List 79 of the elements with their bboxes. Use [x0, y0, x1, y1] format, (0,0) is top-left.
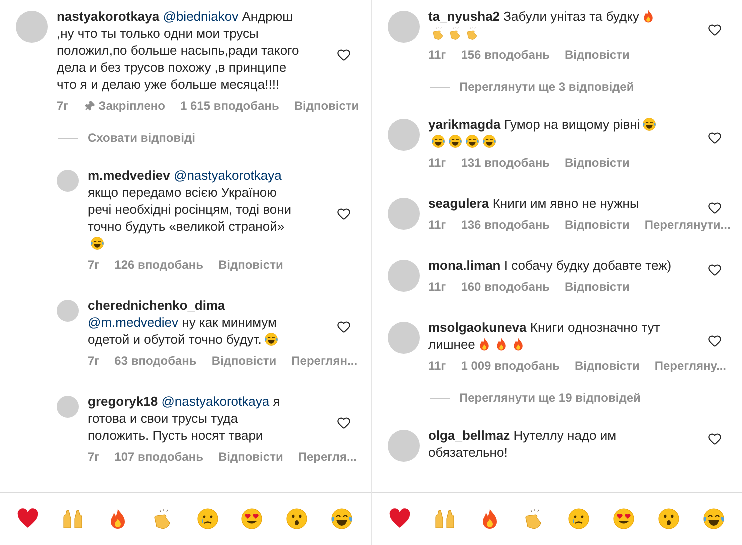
comment-text: seagulera Книги им явно не нужны: [428, 195, 640, 212]
surprised-face-icon[interactable]: [285, 507, 310, 531]
comment-time: 11г: [428, 358, 446, 374]
view-replies-link[interactable]: Переглян...: [292, 353, 358, 369]
comment-time: 7г: [88, 257, 100, 273]
comment-text: mona.liman І собачу будку добавте теж): [428, 257, 673, 274]
like-heart-icon[interactable]: [336, 207, 350, 221]
crying-face-icon[interactable]: [196, 507, 220, 531]
like-heart-icon[interactable]: [708, 22, 722, 36]
mention-link[interactable]: @nastyakorotkaya: [174, 168, 282, 183]
reply-button[interactable]: Відповісти: [218, 257, 284, 273]
username-link[interactable]: gregoryk18: [88, 394, 158, 409]
view-replies-link[interactable]: Переглянути...: [644, 217, 731, 233]
comment-text: ta_nyusha2 Забули унітаз та будку: [428, 8, 673, 42]
like-heart-icon[interactable]: [708, 334, 722, 348]
likes-count[interactable]: 131 вподобань: [461, 155, 550, 171]
comment-time: 11г: [428, 47, 446, 63]
reply-button[interactable]: Відповісти: [294, 98, 360, 114]
reply-button[interactable]: Відповісти: [218, 449, 284, 465]
reply-button[interactable]: Відповісти: [212, 353, 277, 369]
username-link[interactable]: yarikmagda: [428, 117, 501, 132]
replies-toggle[interactable]: Переглянути ще 3 відповідей: [460, 80, 634, 95]
mention-link[interactable]: @biedniakov: [163, 9, 239, 24]
likes-count[interactable]: 1 615 вподобань: [180, 98, 280, 114]
mention-link[interactable]: @nastyakorotkaya: [162, 394, 270, 409]
reply-button[interactable]: Відповісти: [565, 155, 630, 171]
username-link[interactable]: m.medvediev: [88, 168, 170, 183]
reply-button[interactable]: Відповісти: [565, 47, 630, 63]
username-link[interactable]: nastyakorotkaya: [57, 9, 160, 24]
username-link[interactable]: olga_bellmaz: [428, 428, 510, 443]
likes-count[interactable]: 136 вподобань: [461, 217, 550, 233]
username-link[interactable]: seagulera: [428, 196, 490, 211]
reply-button[interactable]: Відповісти: [575, 358, 640, 374]
replies-toggle[interactable]: Сховати відповіді: [88, 131, 196, 146]
like-heart-icon[interactable]: [336, 416, 350, 430]
comment-text: yarikmagda Гумор на вищому рівні: [428, 116, 673, 150]
like-heart-icon[interactable]: [336, 48, 350, 62]
comment-text: cherednichenko_dima @m.medvediev ну как минимум одетой и обутой точно будут.: [88, 297, 280, 348]
comment-time: 7г: [57, 98, 69, 114]
comment-time: 11г: [428, 279, 446, 295]
comment-time: 7г: [88, 353, 100, 369]
crying-face-icon[interactable]: [567, 507, 592, 531]
heart-eyes-face-icon[interactable]: [240, 507, 264, 531]
likes-count[interactable]: 107 вподобань: [114, 449, 204, 465]
username-link[interactable]: cherednichenko_dima: [88, 298, 226, 313]
heart-icon[interactable]: [16, 507, 40, 531]
comment-text: olga_bellmaz Нутеллу надо им обязательно!: [428, 427, 618, 461]
reply-button[interactable]: Відповісти: [565, 217, 630, 233]
like-heart-icon[interactable]: [336, 320, 350, 334]
laughing-face-icon[interactable]: [702, 507, 726, 531]
comment-text: nastyakorotkaya @biedniakov Андрюш ,ну что ты только одни мои трусы положил,по больше насыпь,ради такого дела и без трусов похожу ,в принципе что я и делаю уже больше месяца!!!!: [57, 8, 300, 93]
view-replies-link[interactable]: Переглянy...: [654, 358, 727, 374]
heart-eyes-face-icon[interactable]: [612, 507, 636, 531]
likes-count[interactable]: 1 009 вподобань: [461, 358, 560, 374]
view-replies-link[interactable]: Перегля...: [298, 449, 357, 465]
mention-link[interactable]: @m.medvediev: [88, 315, 179, 330]
username-link[interactable]: mona.liman: [428, 258, 501, 273]
comment-time: 11г: [428, 217, 446, 233]
likes-count[interactable]: 63 вподобань: [114, 353, 197, 369]
surprised-face-icon[interactable]: [656, 507, 681, 531]
like-heart-icon[interactable]: [708, 130, 722, 144]
heart-icon[interactable]: [388, 507, 412, 531]
like-heart-icon[interactable]: [708, 263, 722, 277]
comment-text: m.medvediev @nastyakorotkaya якщо передамо всією Україною речі необхідні росінцям, тоді вони точно будуть «великой страной»: [88, 167, 302, 252]
comment-time: 7г: [88, 449, 100, 465]
username-link[interactable]: msolgaokuneva: [428, 320, 527, 335]
likes-count[interactable]: 126 вподобань: [114, 257, 204, 273]
like-heart-icon[interactable]: [708, 432, 722, 446]
likes-count[interactable]: 156 вподобань: [461, 47, 550, 63]
reply-button[interactable]: Відповісти: [565, 279, 630, 295]
like-heart-icon[interactable]: [708, 201, 722, 215]
laughing-face-icon[interactable]: [330, 507, 354, 531]
pinned-label: Закріплено: [98, 98, 166, 114]
comment-text: gregoryk18 @nastyakorotkaya я готова и свои трусы туда положить. Пусть носят твари: [88, 393, 282, 444]
comment-text: msolgaokuneva Книги однозначно тут лишнее: [428, 319, 662, 353]
username-link[interactable]: ta_nyusha2: [428, 9, 500, 24]
comment-time: 11г: [428, 155, 446, 171]
likes-count[interactable]: 160 вподобань: [461, 279, 550, 295]
replies-toggle[interactable]: Переглянути ще 19 відповідей: [460, 391, 641, 406]
